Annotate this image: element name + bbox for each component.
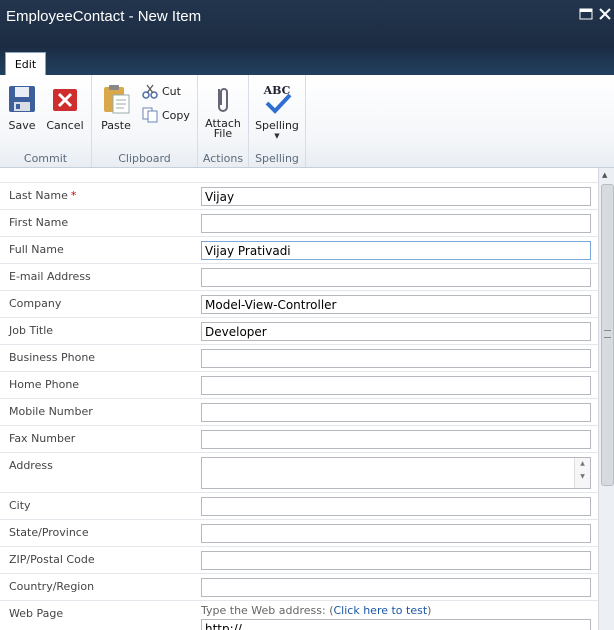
ribbon-group-actions: Attach File Actions [198,75,249,167]
form-row: First Name [0,209,598,237]
mobile-number-input[interactable] [201,403,591,422]
scroll-up-icon[interactable]: ▲ [602,171,607,179]
scrollbar-thumb[interactable] [601,184,614,486]
paste-label: Paste [101,119,131,132]
form-row: Mobile Number [0,398,598,426]
field-label: Country/Region [9,580,95,593]
paperclip-icon [207,83,239,115]
field-label: Full Name [9,243,64,256]
field-label: First Name [9,216,69,229]
company-input[interactable]: Model-View-Controller [201,295,591,314]
field-label: Last Name * [9,189,77,202]
field-label: Mobile Number [9,405,93,418]
ribbon: Save Cancel Commit Paste Cut Copy Clipbo… [0,75,614,168]
item-form: Last Name * Vijay First Name Full Name Vi… [0,182,598,630]
field-label: Business Phone [9,351,96,364]
grip-icon [604,330,611,338]
first-name-input[interactable] [201,214,591,233]
title-bar: EmployeeContact - New Item [0,0,614,48]
test-link[interactable]: Click here to test [334,604,428,617]
country-region-input[interactable] [201,578,591,597]
chevron-down-icon: ▼ [274,132,280,140]
attach-file-button[interactable]: Attach File [202,83,244,139]
spelling-label: Spelling [255,119,299,132]
full-name-input[interactable]: Vijay Prativadi [201,241,591,260]
ribbon-group-spelling: ABC Spelling ▼ Spelling [249,75,306,167]
copy-icon [142,107,158,123]
address-textarea[interactable]: ▲ ▼ [201,457,591,489]
group-label-clipboard: Clipboard [118,152,171,165]
page-scrollbar[interactable]: ▲ [598,168,614,630]
window-title: EmployeeContact - New Item [6,8,202,25]
form-row: City [0,492,598,520]
paste-icon [100,83,132,115]
address-scrollbar[interactable]: ▲ ▼ [574,458,590,488]
job-title-input[interactable]: Developer [201,322,591,341]
required-marker: * [70,189,77,202]
form-row: ZIP/Postal Code [0,546,598,574]
scissors-icon [142,83,158,99]
form-row: Last Name * Vijay [0,182,598,210]
field-label: City [9,499,31,512]
field-label: Job Title [9,324,54,337]
last-name-input[interactable]: Vijay [201,187,591,206]
city-input[interactable] [201,497,591,516]
state-province-input[interactable] [201,524,591,543]
fax-number-input[interactable] [201,430,591,449]
form-row: Fax Number [0,425,598,453]
close-icon[interactable] [598,5,612,20]
business-phone-input[interactable] [201,349,591,368]
attach-label-line2: File [213,127,233,140]
form-row: State/Province [0,519,598,547]
paste-button[interactable]: Paste [98,83,134,132]
form-row: Country/Region [0,573,598,601]
tab-edit[interactable]: Edit [5,52,46,76]
save-button[interactable]: Save [4,83,40,132]
form-row: Business Phone [0,344,598,372]
scroll-down-icon[interactable]: ▼ [575,470,590,484]
field-label: State/Province [9,526,89,539]
zip-postal-code-input[interactable] [201,551,591,570]
form-row: Full Name Vijay Prativadi [0,236,598,264]
save-icon [6,83,38,115]
form-row: Web Page Type the Web address: (Click he… [0,600,598,630]
cut-button[interactable]: Cut [142,83,181,99]
cancel-button[interactable]: Cancel [44,83,86,132]
email-input[interactable] [201,268,591,287]
group-label-spelling: Spelling [255,152,299,165]
ribbon-group-commit: Save Cancel Commit [0,75,92,167]
home-phone-input[interactable] [201,376,591,395]
web-page-input[interactable]: http:// [201,619,591,630]
field-label: Company [9,297,62,310]
scroll-up-icon[interactable]: ▲ [575,458,590,470]
cut-label: Cut [162,84,181,98]
field-label: E-mail Address [9,270,91,283]
save-label: Save [8,119,36,132]
group-label-actions: Actions [202,152,244,165]
form-row: Address ▲ ▼ [0,452,598,493]
copy-button[interactable]: Copy [142,107,190,123]
ribbon-group-clipboard: Paste Cut Copy Clipboard [92,75,198,167]
spell-check-icon: ABC [261,83,293,115]
field-label: Home Phone [9,378,80,391]
form-row: Company Model-View-Controller [0,290,598,318]
field-label: Address [9,459,53,472]
form-row: Job Title Developer [0,317,598,345]
copy-label: Copy [162,108,190,122]
ribbon-tab-strip [0,48,614,75]
cancel-icon [49,83,81,115]
web-address-hint: Type the Web address: (Click here to tes… [201,604,432,617]
spelling-button[interactable]: ABC Spelling ▼ [253,83,301,140]
form-row: Home Phone [0,371,598,399]
field-label: ZIP/Postal Code [9,553,95,566]
maximize-icon[interactable] [579,5,593,20]
field-label: Fax Number [9,432,76,445]
group-label-commit: Commit [23,152,68,165]
field-label: Web Page [9,607,64,620]
cancel-label: Cancel [46,119,84,132]
form-row: E-mail Address [0,263,598,291]
